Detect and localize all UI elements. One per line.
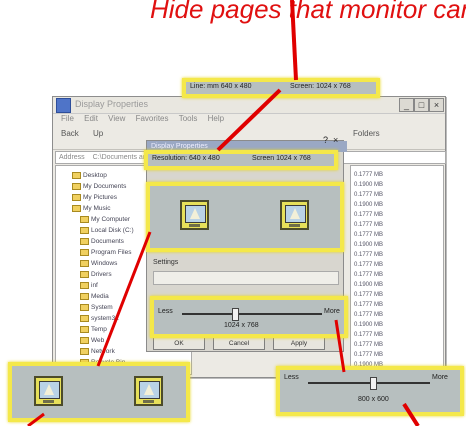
line-preview-to-zoom — [96, 231, 152, 367]
line-zoom-left-out — [27, 412, 45, 426]
callout-lines — [27, 0, 420, 426]
line-slider-to-zoom — [334, 319, 346, 373]
line-zoom-out — [402, 402, 420, 426]
line-status-to-dialog — [216, 88, 282, 152]
line-caption-to-status — [290, 0, 298, 81]
